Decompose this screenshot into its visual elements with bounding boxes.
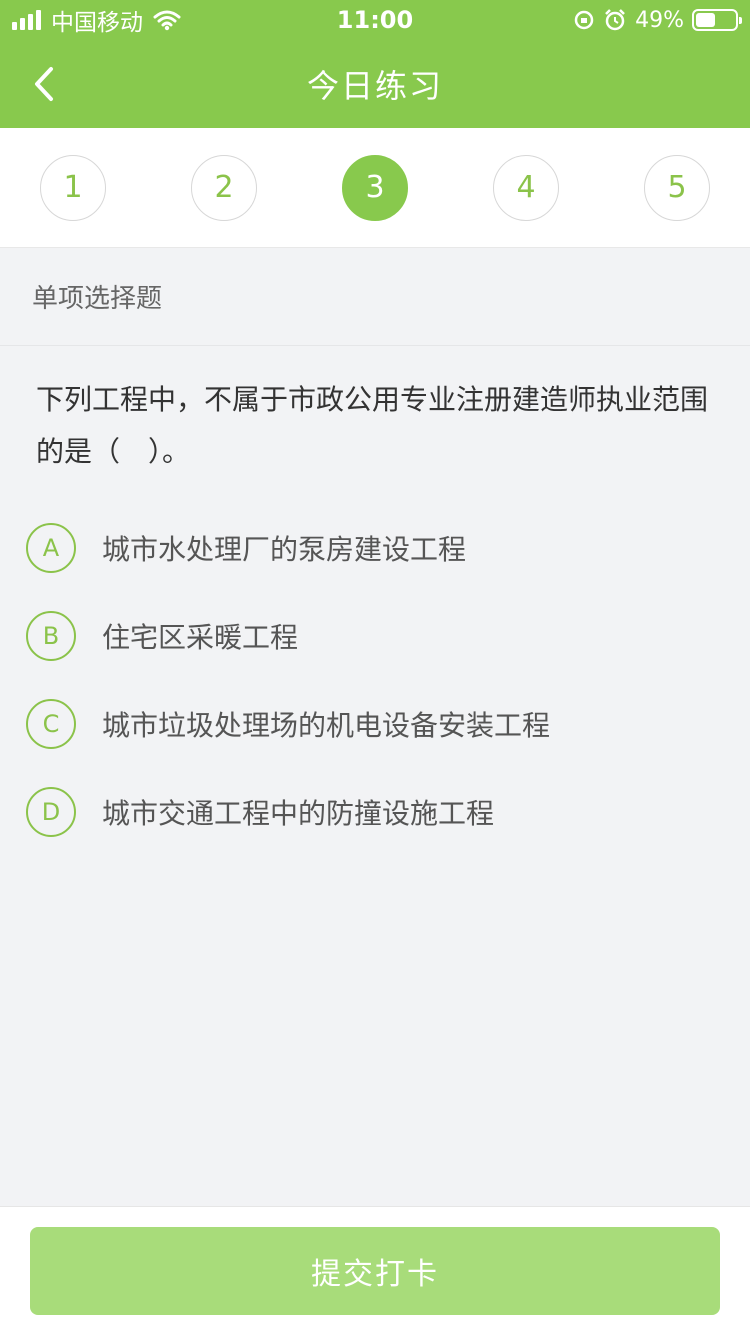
battery-icon [692,9,742,31]
step-4[interactable]: 4 [493,154,559,221]
header: 中国移动 11:00 49% 今日练习 [0,0,750,128]
app-screen: 中国移动 11:00 49% 今日练习 1 2 3 4 5 单项选择题 下列工程… [0,0,750,1334]
option-d[interactable]: D 城市交通工程中的防撞设施工程 [26,768,750,856]
step-1[interactable]: 1 [40,154,106,221]
page-title: 今日练习 [306,67,443,105]
back-button[interactable] [24,62,64,106]
option-letter: A [26,523,76,573]
question-type-label: 单项选择题 [0,248,750,346]
battery-fill [696,13,715,27]
chevron-left-icon [35,67,53,101]
step-3[interactable]: 3 [342,154,408,221]
option-letter: C [26,699,76,749]
option-text: 城市交通工程中的防撞设施工程 [102,797,495,830]
option-letter: B [26,611,76,661]
step-5[interactable]: 5 [644,154,710,221]
option-b[interactable]: B 住宅区采暖工程 [26,592,750,680]
option-letter: D [26,787,76,837]
option-a[interactable]: A 城市水处理厂的泵房建设工程 [26,504,750,592]
question-stepper: 1 2 3 4 5 [0,128,750,248]
options-list: A 城市水处理厂的泵房建设工程 B 住宅区采暖工程 C 城市垃圾处理场的机电设备… [0,488,750,856]
submit-checkin-button[interactable]: 提交打卡 [30,1226,720,1315]
footer-bar: 提交打卡 [0,1206,750,1334]
nav-bar: 今日练习 [0,40,750,128]
option-c[interactable]: C 城市垃圾处理场的机电设备安装工程 [26,680,750,768]
option-text: 城市垃圾处理场的机电设备安装工程 [102,709,551,742]
question-text: 下列工程中，不属于市政公用专业注册建造师执业范围的是（ ）。 [36,383,709,468]
step-2[interactable]: 2 [191,154,257,221]
status-bar: 中国移动 11:00 49% [0,0,750,40]
option-text: 城市水处理厂的泵房建设工程 [102,533,467,566]
option-text: 住宅区采暖工程 [102,621,299,654]
status-time: 11:00 [336,6,414,34]
